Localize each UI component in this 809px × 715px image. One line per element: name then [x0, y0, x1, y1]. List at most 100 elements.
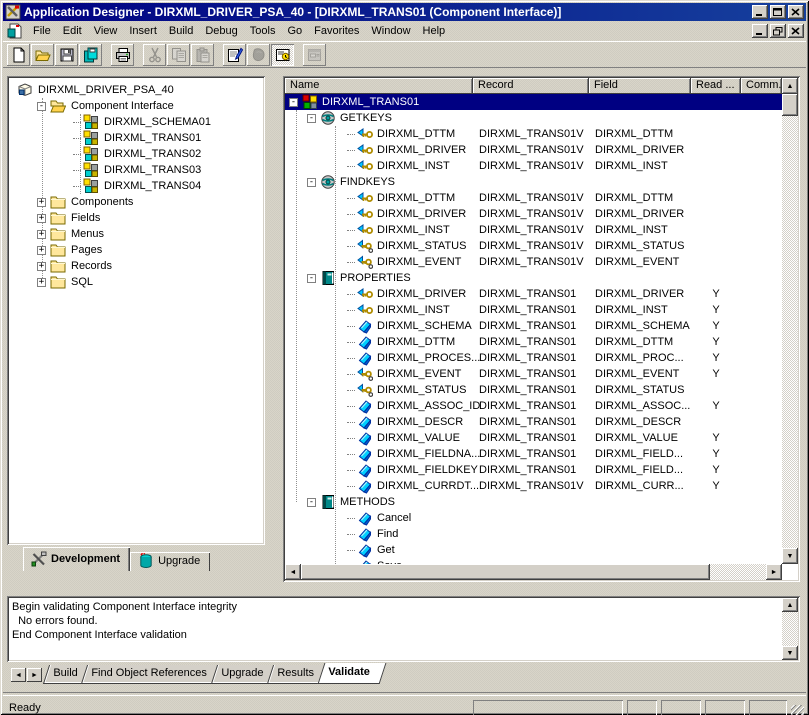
close-button[interactable]: [788, 5, 804, 19]
child-minimize-button[interactable]: [752, 24, 768, 38]
collapse-box[interactable]: -: [37, 102, 46, 111]
tree-item-dirxml-trans01[interactable]: DIRXML_TRANS01: [11, 130, 261, 146]
column-header-name[interactable]: Name: [285, 78, 473, 94]
grid-row-methods[interactable]: -METHODS: [285, 494, 782, 510]
grid-row-dirxml-descr[interactable]: DIRXML_DESCRDIRXML_TRANS01DIRXML_DESCR: [285, 414, 782, 430]
grid-row-dirxml-inst[interactable]: DIRXML_INSTDIRXML_TRANS01DIRXML_INSTY: [285, 302, 782, 318]
grid-row-dirxml-driver[interactable]: DIRXML_DRIVERDIRXML_TRANS01DIRXML_DRIVER…: [285, 286, 782, 302]
grid-row-dirxml-status[interactable]: DIRXML_STATUSDIRXML_TRANS01VDIRXML_STATU…: [285, 238, 782, 254]
column-header-read[interactable]: Read ...: [691, 78, 741, 94]
collapse-box[interactable]: -: [307, 498, 316, 507]
child-restore-button[interactable]: [770, 24, 786, 38]
menu-help[interactable]: Help: [417, 23, 452, 39]
grid-row-dirxml-inst[interactable]: DIRXML_INSTDIRXML_TRANS01VDIRXML_INST: [285, 222, 782, 238]
grid-row-dirxml-driver[interactable]: DIRXML_DRIVERDIRXML_TRANS01VDIRXML_DRIVE…: [285, 142, 782, 158]
child-close-button[interactable]: [788, 24, 804, 38]
menu-edit[interactable]: Edit: [57, 23, 88, 39]
peoplecode-button[interactable]: [247, 44, 270, 66]
tab-upgrade[interactable]: Upgrade: [130, 552, 210, 571]
grid-row-dirxml-driver[interactable]: DIRXML_DRIVERDIRXML_TRANS01VDIRXML_DRIVE…: [285, 206, 782, 222]
collapse-box[interactable]: -: [307, 114, 316, 123]
column-header-comm[interactable]: Comm...: [741, 78, 782, 94]
grid-row-get[interactable]: Get: [285, 542, 782, 558]
expand-box[interactable]: +: [37, 278, 46, 287]
maximize-button[interactable]: [770, 5, 786, 19]
grid-row-dirxml-event[interactable]: DIRXML_EVENTDIRXML_TRANS01DIRXML_EVENTY: [285, 366, 782, 382]
scroll-left-button[interactable]: ◄: [285, 564, 301, 580]
grid-row-properties[interactable]: -PROPERTIES: [285, 270, 782, 286]
menu-tools[interactable]: Tools: [244, 23, 282, 39]
grid-row-dirxml-trans01[interactable]: -DIRXML_TRANS01: [285, 94, 782, 110]
project-workspace-button[interactable]: [271, 44, 294, 66]
expand-box[interactable]: +: [37, 262, 46, 271]
document-menu-icon[interactable]: [7, 23, 23, 39]
tree-item-records[interactable]: +Records: [11, 258, 261, 274]
scrollbar-thumb[interactable]: [782, 94, 798, 116]
grid-row-findkeys[interactable]: -FINDKEYS: [285, 174, 782, 190]
menu-build[interactable]: Build: [163, 23, 199, 39]
grid-row-dirxml-schema[interactable]: DIRXML_SCHEMADIRXML_TRANS01DIRXML_SCHEMA…: [285, 318, 782, 334]
expand-box[interactable]: +: [37, 214, 46, 223]
scroll-up-button[interactable]: ▲: [782, 78, 798, 94]
grid-row-dirxml-status[interactable]: DIRXML_STATUSDIRXML_TRANS01DIRXML_STATUS: [285, 382, 782, 398]
menu-go[interactable]: Go: [281, 23, 308, 39]
collapse-box[interactable]: -: [289, 98, 298, 107]
object-properties-button[interactable]: [223, 44, 246, 66]
tab-scroll-left-button[interactable]: ◄: [11, 668, 26, 682]
scrollbar-thumb[interactable]: [301, 564, 710, 580]
grid-row-getkeys[interactable]: -GETKEYS: [285, 110, 782, 126]
tab-development[interactable]: Development: [23, 547, 130, 571]
output-window-button[interactable]: [303, 44, 326, 66]
grid-row-find[interactable]: Find: [285, 526, 782, 542]
menu-insert[interactable]: Insert: [123, 23, 163, 39]
grid-row-dirxml-dttm[interactable]: DIRXML_DTTMDIRXML_TRANS01VDIRXML_DTTM: [285, 190, 782, 206]
grid-row-dirxml-currdt[interactable]: DIRXML_CURRDT...DIRXML_TRANS01VDIRXML_CU…: [285, 478, 782, 494]
menu-window[interactable]: Window: [365, 23, 416, 39]
tree-item-pages[interactable]: +Pages: [11, 242, 261, 258]
tree-item-dirxml-trans03[interactable]: DIRXML_TRANS03: [11, 162, 261, 178]
menu-debug[interactable]: Debug: [199, 23, 243, 39]
tree-item-sql[interactable]: +SQL: [11, 274, 261, 290]
grid-row-cancel[interactable]: Cancel: [285, 510, 782, 526]
grid-row-dirxml-proces[interactable]: DIRXML_PROCES...DIRXML_TRANS01DIRXML_PRO…: [285, 350, 782, 366]
grid-row-dirxml-assoc-id[interactable]: DIRXML_ASSOC_IDDIRXML_TRANS01DIRXML_ASSO…: [285, 398, 782, 414]
scroll-up-button[interactable]: ▲: [782, 598, 798, 612]
vertical-scrollbar[interactable]: ▲ ▼: [782, 78, 798, 564]
scroll-down-button[interactable]: ▼: [782, 548, 798, 564]
horizontal-scrollbar[interactable]: ◄ ►: [285, 564, 782, 580]
tree-item-component-interface[interactable]: -Component Interface: [11, 98, 261, 114]
output-scrollbar[interactable]: ▲ ▼: [782, 598, 798, 660]
expand-box[interactable]: +: [37, 230, 46, 239]
cut-button[interactable]: [143, 44, 166, 66]
tree-item-dirxml-driver-psa-40[interactable]: DIRXML_DRIVER_PSA_40: [11, 82, 261, 98]
tree-item-dirxml-trans02[interactable]: DIRXML_TRANS02: [11, 146, 261, 162]
new-document-button[interactable]: [7, 44, 30, 66]
print-button[interactable]: [111, 44, 134, 66]
collapse-box[interactable]: -: [307, 274, 316, 283]
expand-box[interactable]: +: [37, 198, 46, 207]
grid-row-dirxml-fieldkey[interactable]: DIRXML_FIELDKEYDIRXML_TRANS01DIRXML_FIEL…: [285, 462, 782, 478]
tree-item-components[interactable]: +Components: [11, 194, 261, 210]
expand-box[interactable]: +: [37, 246, 46, 255]
grid-row-dirxml-dttm[interactable]: DIRXML_DTTMDIRXML_TRANS01VDIRXML_DTTM: [285, 126, 782, 142]
column-header-field[interactable]: Field: [589, 78, 691, 94]
menu-view[interactable]: View: [88, 23, 124, 39]
save-all-button[interactable]: [79, 44, 102, 66]
save-button[interactable]: [55, 44, 78, 66]
column-header-record[interactable]: Record: [473, 78, 589, 94]
output-tab-validate[interactable]: Validate: [318, 663, 386, 684]
grid-row-dirxml-value[interactable]: DIRXML_VALUEDIRXML_TRANS01DIRXML_VALUEY: [285, 430, 782, 446]
grid-row-dirxml-fieldna[interactable]: DIRXML_FIELDNA...DIRXML_TRANS01DIRXML_FI…: [285, 446, 782, 462]
copy-button[interactable]: [167, 44, 190, 66]
minimize-button[interactable]: [752, 5, 768, 19]
tree-item-dirxml-trans04[interactable]: DIRXML_TRANS04: [11, 178, 261, 194]
tree-item-fields[interactable]: +Fields: [11, 210, 261, 226]
collapse-box[interactable]: -: [307, 178, 316, 187]
paste-button[interactable]: [191, 44, 214, 66]
output-tab-find-object-references[interactable]: Find Object References: [81, 665, 223, 684]
menu-favorites[interactable]: Favorites: [308, 23, 365, 39]
scroll-down-button[interactable]: ▼: [782, 646, 798, 660]
grid-row-dirxml-dttm[interactable]: DIRXML_DTTMDIRXML_TRANS01DIRXML_DTTMY: [285, 334, 782, 350]
grid-row-dirxml-event[interactable]: DIRXML_EVENTDIRXML_TRANS01VDIRXML_EVENT: [285, 254, 782, 270]
tree-item-dirxml-schema01[interactable]: DIRXML_SCHEMA01: [11, 114, 261, 130]
